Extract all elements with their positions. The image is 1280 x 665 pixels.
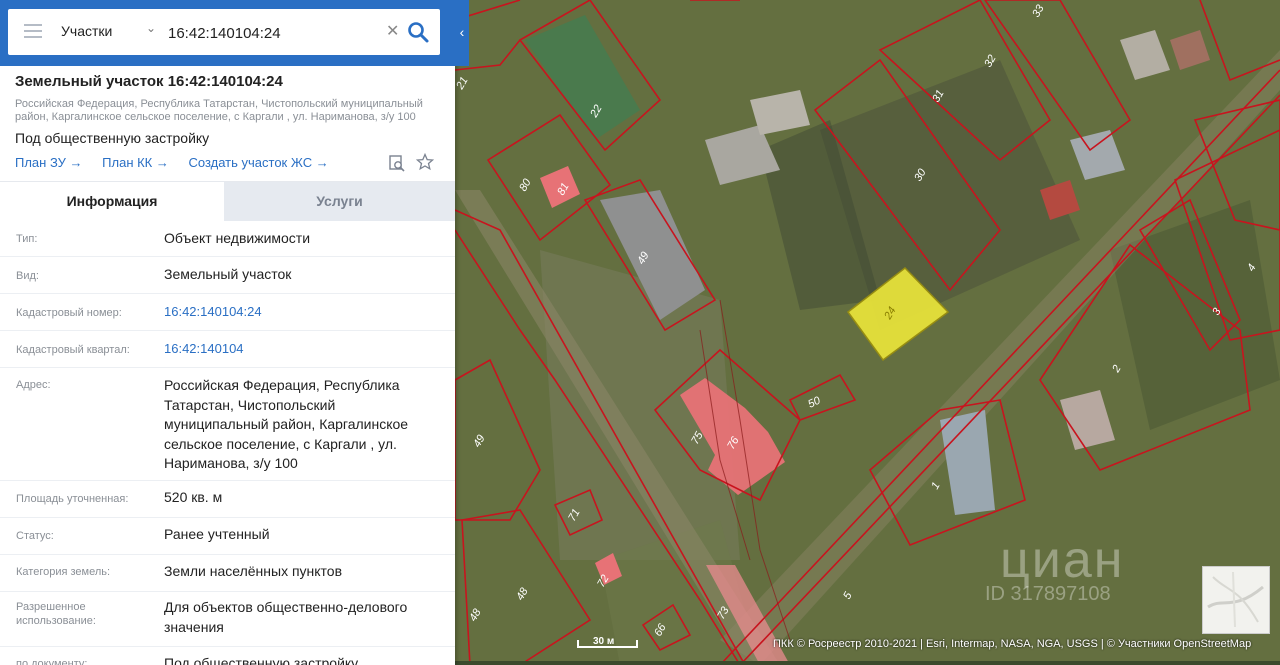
parcel-address: Российская Федерация, Республика Татарст… bbox=[15, 98, 423, 123]
plan-zu-link[interactable]: План ЗУ → bbox=[15, 155, 83, 170]
minimap-toggle[interactable] bbox=[1202, 566, 1270, 634]
info-label: Кадастровый квартал: bbox=[16, 344, 130, 356]
info-row: Кадастровый номер: 16:42:140104:24 bbox=[0, 294, 455, 331]
scale-label: 30 м bbox=[593, 636, 615, 647]
tab-services[interactable]: Услуги bbox=[224, 182, 455, 221]
info-value: Под общественную застройку bbox=[164, 655, 359, 665]
info-value: Земельный участок bbox=[164, 266, 292, 282]
info-value: Ранее учтенный bbox=[164, 526, 270, 542]
info-row: Разрешенное использование: Для объектов … bbox=[0, 592, 455, 647]
create-parcel-link[interactable]: Создать участок ЖС → bbox=[189, 155, 329, 170]
map-bottom-bar bbox=[455, 661, 1280, 665]
search-type-select[interactable]: Участки bbox=[61, 23, 112, 39]
plan-kk-link[interactable]: План КК → bbox=[102, 155, 169, 170]
info-tabs: Информация Услуги bbox=[0, 181, 455, 221]
watermark-id: ID 317897108 bbox=[985, 583, 1111, 605]
info-value: Российская Федерация, Республика Татарст… bbox=[164, 377, 409, 471]
collapse-panel-button[interactable]: ‹ bbox=[455, 0, 469, 66]
tab-information[interactable]: Информация bbox=[0, 182, 224, 221]
info-label: Категория земель: bbox=[16, 566, 111, 578]
watermark: циан bbox=[1000, 531, 1125, 589]
info-value: Для объектов общественно-делового значен… bbox=[164, 599, 408, 635]
info-label: по документу: bbox=[16, 658, 88, 665]
search-document-icon[interactable] bbox=[388, 154, 406, 172]
close-icon[interactable]: ✕ bbox=[386, 21, 399, 41]
search-box: Участки ⌄ ✕ bbox=[8, 9, 440, 55]
search-input[interactable] bbox=[166, 19, 380, 47]
star-icon[interactable] bbox=[416, 153, 434, 171]
info-label: Площадь уточненная: bbox=[16, 493, 129, 505]
parcel-links: План ЗУ → План КК → Создать участок ЖС → bbox=[15, 155, 345, 170]
info-label: Разрешенное использование: bbox=[16, 601, 96, 627]
info-value: 520 кв. м bbox=[164, 489, 223, 505]
info-label: Вид: bbox=[16, 270, 39, 282]
chevron-down-icon[interactable]: ⌄ bbox=[146, 21, 156, 35]
parcel-title: Земельный участок 16:42:140104:24 bbox=[15, 73, 283, 90]
info-row: Вид: Земельный участок bbox=[0, 257, 455, 294]
info-row: Кадастровый квартал: 16:42:140104 bbox=[0, 331, 455, 368]
search-icon[interactable] bbox=[406, 20, 430, 44]
info-label: Адрес: bbox=[16, 379, 51, 391]
info-label: Кадастровый номер: bbox=[16, 307, 122, 319]
info-value: Объект недвижимости bbox=[164, 230, 311, 246]
info-row: Площадь уточненная: 520 кв. м bbox=[0, 481, 455, 518]
info-row: Статус: Ранее учтенный bbox=[0, 518, 455, 555]
cadastral-number-link[interactable]: 16:42:140104:24 bbox=[164, 302, 439, 322]
minimap-icon bbox=[1207, 571, 1264, 628]
map-attribution: ПКК © Росреестр 2010-2021 | Esri, Interm… bbox=[773, 638, 1252, 650]
info-row: Тип: Объект недвижимости bbox=[0, 220, 455, 257]
info-table: Тип: Объект недвижимости Вид: Земельный … bbox=[0, 220, 455, 665]
search-bar: Участки ⌄ ✕ bbox=[0, 0, 455, 66]
info-panel: Участки ⌄ ✕ Земельный участок 16:42:1401… bbox=[0, 0, 455, 665]
info-row: Адрес: Российская Федерация, Республика … bbox=[0, 368, 455, 481]
info-row: по документу: Под общественную застройку bbox=[0, 647, 455, 665]
info-row: Категория земель: Земли населённых пункт… bbox=[0, 555, 455, 592]
menu-icon[interactable] bbox=[24, 24, 42, 40]
parcel-purpose: Под общественную застройку bbox=[15, 130, 210, 146]
info-label: Статус: bbox=[16, 530, 54, 542]
info-label: Тип: bbox=[16, 233, 38, 245]
info-value: Земли населённых пунктов bbox=[164, 563, 343, 579]
cadastral-quarter-link[interactable]: 16:42:140104 bbox=[164, 339, 439, 359]
